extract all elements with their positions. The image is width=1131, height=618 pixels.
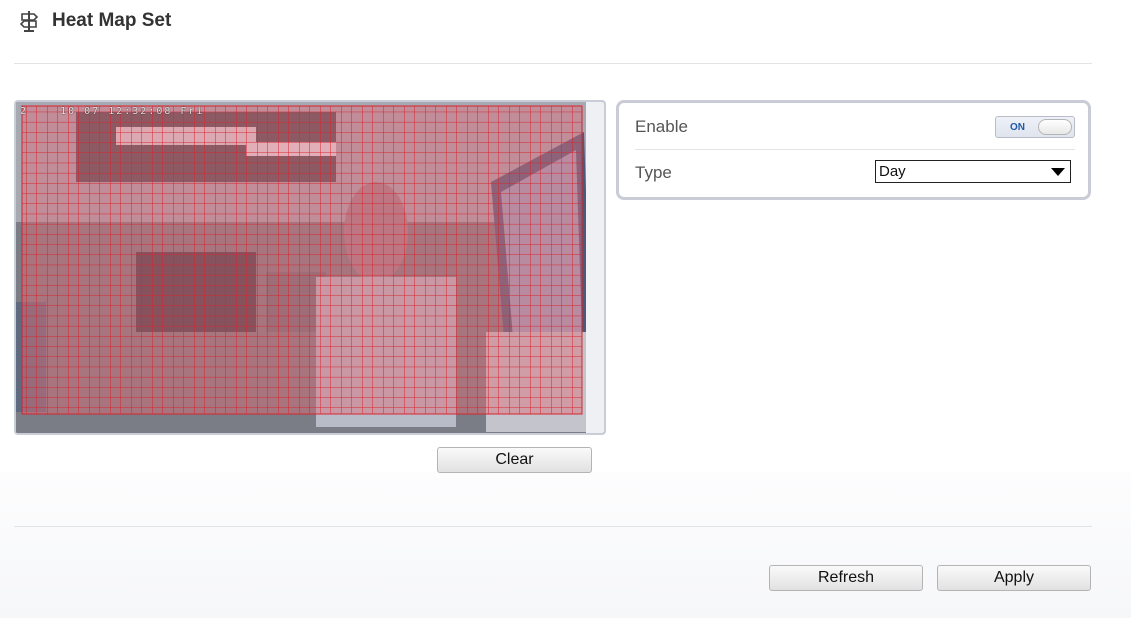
settings-panel: Enable ON Type Day [616,100,1091,200]
apply-button[interactable]: Apply [937,565,1091,591]
footer-divider [14,526,1092,527]
video-timestamp: 2 10 07 12:32:08 Fri [20,106,205,117]
type-row: Type Day [635,151,1075,195]
type-select-value: Day [879,163,906,180]
chevron-down-icon [1051,168,1065,176]
heat-map-settings-page: Heat Map Set 2 10 07 12:32:08 Fri Clear … [0,0,1131,618]
enable-toggle[interactable]: ON [995,116,1075,138]
type-label: Type [635,163,672,182]
header-divider [14,63,1092,64]
refresh-button[interactable]: Refresh [769,565,923,591]
page-header: Heat Map Set [18,10,171,32]
footer-background [0,472,1131,618]
enable-row: Enable ON [635,105,1075,150]
signpost-icon [18,10,40,32]
page-title: Heat Map Set [52,10,172,31]
video-preview[interactable]: 2 10 07 12:32:08 Fri [14,100,606,435]
camera-scene [16,102,604,433]
type-select[interactable]: Day [875,160,1071,183]
toggle-state-text: ON [1010,121,1025,133]
toggle-knob [1038,119,1072,135]
clear-button[interactable]: Clear [437,447,592,473]
enable-label: Enable [635,117,688,136]
